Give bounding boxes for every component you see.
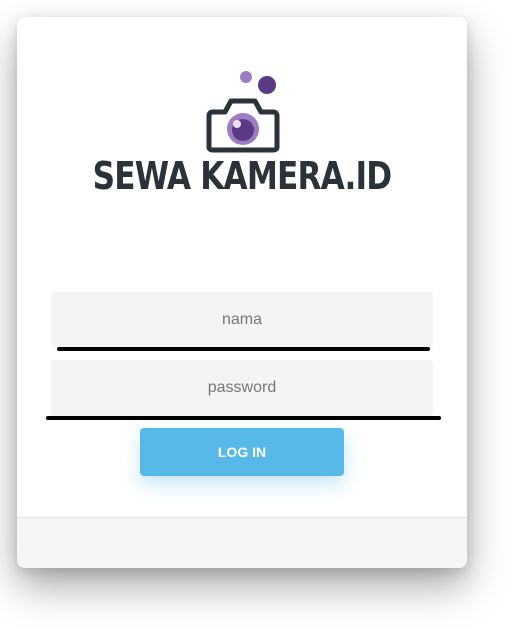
password-underline	[46, 416, 441, 420]
brand-name: SEWA KAMERA.ID	[92, 154, 393, 198]
username-underline	[57, 347, 430, 351]
card-footer	[17, 517, 467, 568]
camera-icon	[206, 71, 280, 153]
username-input[interactable]	[51, 292, 433, 348]
password-input[interactable]	[51, 360, 433, 416]
login-card: SEWA KAMERA.ID LOG IN	[17, 17, 467, 568]
login-button[interactable]: LOG IN	[140, 428, 344, 476]
